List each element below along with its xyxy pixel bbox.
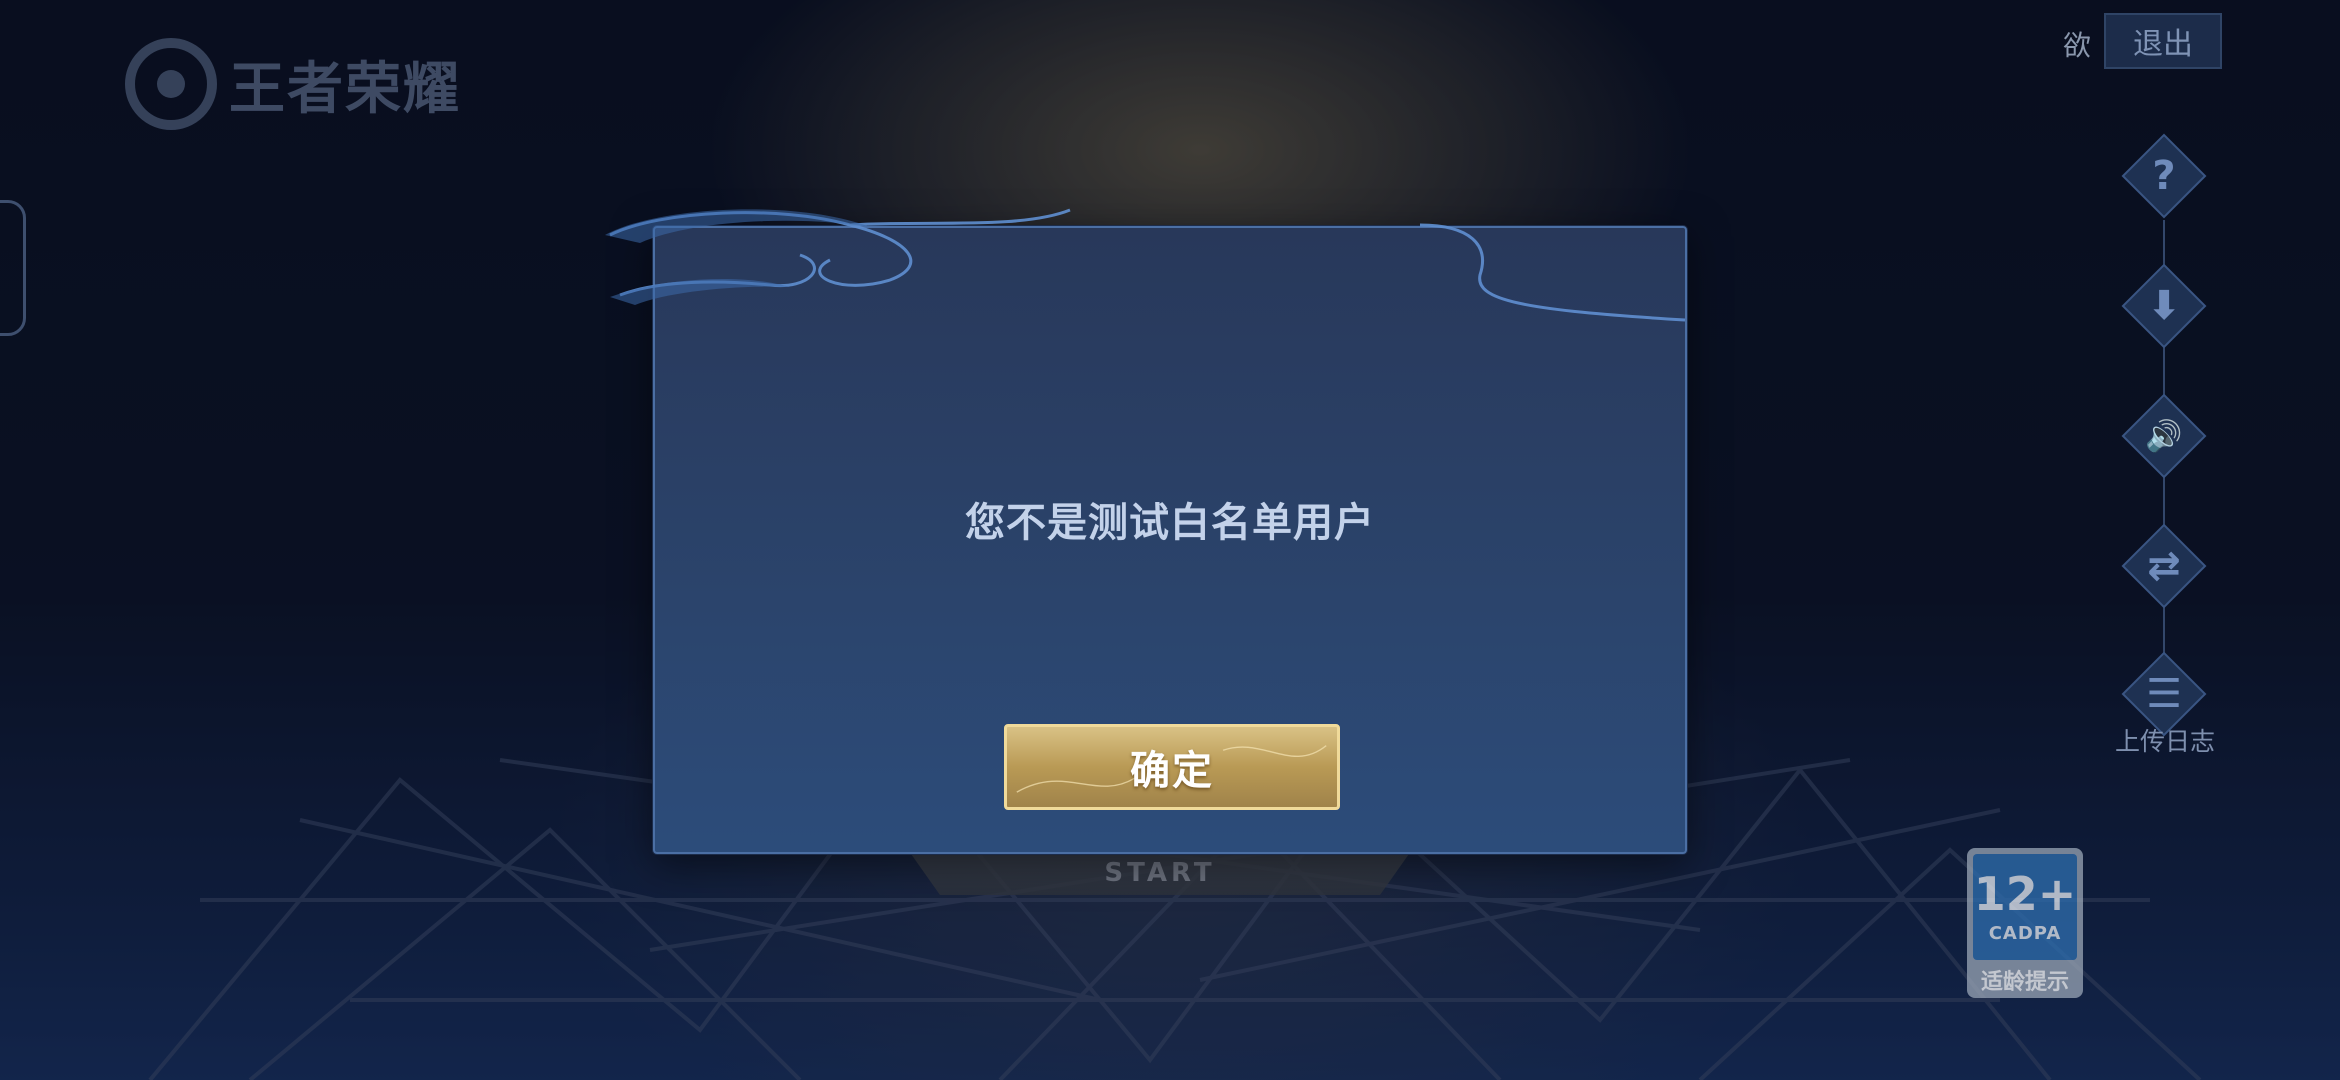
left-edge-hex-icon xyxy=(0,200,26,336)
age-rating-org: CADPA xyxy=(1988,922,2062,944)
logo-text: 王者荣耀 xyxy=(229,56,461,122)
dialog-message: 您不是测试白名单用户 xyxy=(965,500,1375,546)
game-login-screen: 王者荣耀 欲 退出 ? ⬇ 🔊 ⇄ ☰ 上传日志 START 12+ CADPA… xyxy=(0,0,2340,1080)
exit-button[interactable]: 退出 xyxy=(2104,13,2222,69)
sound-button[interactable]: 🔊 xyxy=(2121,393,2207,479)
upload-log-label: 上传日志 xyxy=(2114,727,2215,756)
top-right-label: 欲 xyxy=(2063,29,2092,62)
game-logo: 王者荣耀 xyxy=(125,38,461,130)
confirm-button[interactable]: 确定 xyxy=(1004,724,1340,810)
upload-log-icon: ☰ xyxy=(2146,671,2182,717)
age-rating-value: 12+ xyxy=(1973,866,2077,921)
help-icon: ? xyxy=(2152,153,2176,199)
alert-dialog: 您不是测试白名单用户 确定 xyxy=(653,226,1687,854)
confirm-button-label: 确定 xyxy=(1130,748,1214,794)
switch-account-button[interactable]: ⇄ xyxy=(2121,523,2207,609)
switch-account-icon: ⇄ xyxy=(2147,543,2181,589)
upload-log-button[interactable]: ☰ xyxy=(2121,651,2207,737)
start-button-sublabel: START xyxy=(1104,858,1216,888)
age-rating-badge[interactable]: 12+ CADPA 适龄提示 xyxy=(1967,848,2083,998)
sound-icon: 🔊 xyxy=(2145,418,2183,454)
age-rating-tip: 适龄提示 xyxy=(1980,970,2069,995)
download-button[interactable]: ⬇ xyxy=(2121,263,2207,349)
download-icon: ⬇ xyxy=(2147,283,2181,329)
help-button[interactable]: ? xyxy=(2121,133,2207,219)
logo-mark-icon xyxy=(125,38,217,130)
